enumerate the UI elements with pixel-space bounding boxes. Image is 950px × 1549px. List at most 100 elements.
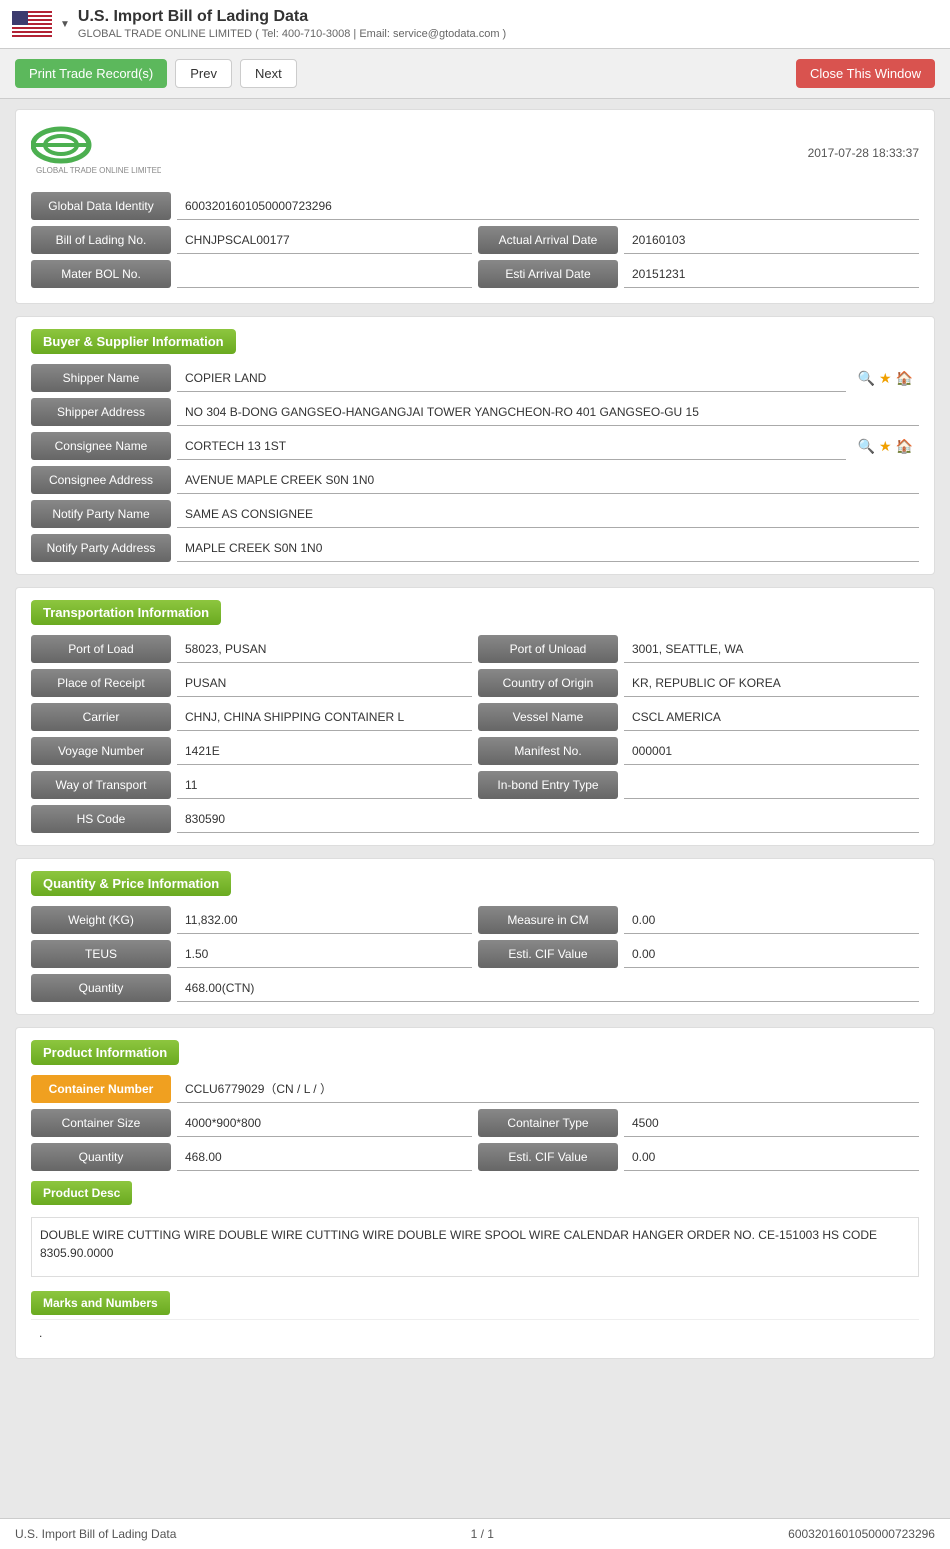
product-quantity-label: Quantity [31,1143,171,1171]
country-of-origin-value: KR, REPUBLIC OF KOREA [624,669,919,697]
buyer-supplier-card: Buyer & Supplier Information Shipper Nam… [15,316,935,575]
consignee-home-icon[interactable]: 🏠 [896,438,913,455]
hs-code-value: 830590 [177,805,919,833]
carrier-row: Carrier CHNJ, CHINA SHIPPING CONTAINER L… [31,703,919,731]
consignee-address-label: Consignee Address [31,466,171,494]
master-bol-label: Mater BOL No. [31,260,171,288]
consignee-name-value: CORTECH 13 1ST [177,432,846,460]
place-of-receipt-row: Place of Receipt PUSAN Country of Origin… [31,669,919,697]
timestamp: 2017-07-28 18:33:37 [808,146,919,160]
in-bond-entry-value [624,771,919,799]
consignee-name-row: Consignee Name CORTECH 13 1ST 🔍 ★ 🏠 [31,432,919,460]
way-of-transport-label: Way of Transport [31,771,171,799]
company-logo: GLOBAL TRADE ONLINE LIMITED [31,125,161,180]
product-esti-cif-label: Esti. CIF Value [478,1143,618,1171]
footer-left: U.S. Import Bill of Lading Data [15,1527,176,1541]
star-icon[interactable]: ★ [879,370,892,387]
weight-value: 11,832.00 [177,906,472,934]
global-data-identity-value: 6003201601050000723296 [177,192,919,220]
master-bol-value [177,260,472,288]
container-size-value: 4000*900*800 [177,1109,472,1137]
esti-arrival-label: Esti Arrival Date [478,260,618,288]
way-of-transport-row: Way of Transport 11 In-bond Entry Type [31,771,919,799]
port-of-unload-value: 3001, SEATTLE, WA [624,635,919,663]
transportation-title: Transportation Information [31,600,221,625]
marks-numbers-button[interactable]: Marks and Numbers [31,1291,170,1315]
port-of-load-label: Port of Load [31,635,171,663]
vessel-name-label: Vessel Name [478,703,618,731]
quantity-price-grid: Weight (KG) 11,832.00 Measure in CM 0.00… [31,906,919,1002]
esti-cif-label: Esti. CIF Value [478,940,618,968]
master-bol-row: Mater BOL No. Esti Arrival Date 20151231 [31,260,919,288]
global-data-identity-label: Global Data Identity [31,192,171,220]
transportation-card: Transportation Information Port of Load … [15,587,935,846]
measure-value: 0.00 [624,906,919,934]
container-number-row: Container Number CCLU6779029（CN / L / ） [31,1075,919,1103]
buyer-supplier-grid: Shipper Name COPIER LAND 🔍 ★ 🏠 Shipper A… [31,364,919,562]
print-button[interactable]: Print Trade Record(s) [15,59,167,88]
vessel-name-value: CSCL AMERICA [624,703,919,731]
product-desc-button[interactable]: Product Desc [31,1181,132,1205]
main-content: GLOBAL TRADE ONLINE LIMITED 2017-07-28 1… [0,99,950,1518]
measure-label: Measure in CM [478,906,618,934]
top-bar: ▼ U.S. Import Bill of Lading Data GLOBAL… [0,0,950,49]
container-number-button[interactable]: Container Number [31,1075,171,1103]
teus-label: TEUS [31,940,171,968]
transportation-grid: Port of Load 58023, PUSAN Port of Unload… [31,635,919,833]
product-quantity-value: 468.00 [177,1143,472,1171]
home-icon[interactable]: 🏠 [896,370,913,387]
consignee-icons: 🔍 ★ 🏠 [852,432,919,460]
quantity-price-title: Quantity & Price Information [31,871,231,896]
container-size-row: Container Size 4000*900*800 Container Ty… [31,1109,919,1137]
voyage-number-label: Voyage Number [31,737,171,765]
shipper-name-value: COPIER LAND [177,364,846,392]
container-size-label: Container Size [31,1109,171,1137]
bill-of-lading-label: Bill of Lading No. [31,226,171,254]
notify-party-address-row: Notify Party Address MAPLE CREEK S0N 1N0 [31,534,919,562]
weight-label: Weight (KG) [31,906,171,934]
notify-party-address-value: MAPLE CREEK S0N 1N0 [177,534,919,562]
product-title: Product Information [31,1040,179,1065]
esti-cif-value: 0.00 [624,940,919,968]
svg-text:GLOBAL TRADE ONLINE LIMITED: GLOBAL TRADE ONLINE LIMITED [36,166,161,175]
search-icon[interactable]: 🔍 [858,370,875,387]
consignee-name-label: Consignee Name [31,432,171,460]
shipper-name-label: Shipper Name [31,364,171,392]
bol-row: Bill of Lading No. CHNJPSCAL00177 Actual… [31,226,919,254]
port-of-load-value: 58023, PUSAN [177,635,472,663]
company-subtitle: GLOBAL TRADE ONLINE LIMITED ( Tel: 400-7… [78,28,506,40]
carrier-label: Carrier [31,703,171,731]
close-button[interactable]: Close This Window [796,59,935,88]
port-of-load-row: Port of Load 58023, PUSAN Port of Unload… [31,635,919,663]
identity-section: Global Data Identity 6003201601050000723… [31,192,919,288]
footer-right: 6003201601050000723296 [788,1527,935,1541]
consignee-search-icon[interactable]: 🔍 [858,438,875,455]
logo-area: GLOBAL TRADE ONLINE LIMITED [31,125,161,180]
shipper-address-value: NO 304 B-DONG GANGSEO-HANGANGJAI TOWER Y… [177,398,919,426]
manifest-no-label: Manifest No. [478,737,618,765]
quantity-price-card: Quantity & Price Information Weight (KG)… [15,858,935,1015]
quantity-row: Quantity 468.00(CTN) [31,974,919,1002]
teus-row: TEUS 1.50 Esti. CIF Value 0.00 [31,940,919,968]
next-button[interactable]: Next [240,59,297,88]
prev-button[interactable]: Prev [175,59,232,88]
hs-code-label: HS Code [31,805,171,833]
shipper-icons: 🔍 ★ 🏠 [852,364,919,392]
hs-code-row: HS Code 830590 [31,805,919,833]
weight-row: Weight (KG) 11,832.00 Measure in CM 0.00 [31,906,919,934]
footer-bar: U.S. Import Bill of Lading Data 1 / 1 60… [0,1518,950,1549]
marks-numbers-section: Marks and Numbers . [31,1291,919,1346]
consignee-star-icon[interactable]: ★ [879,438,892,455]
esti-arrival-value: 20151231 [624,260,919,288]
voyage-number-value: 1421E [177,737,472,765]
consignee-address-row: Consignee Address AVENUE MAPLE CREEK S0N… [31,466,919,494]
product-card: Product Information Container Number CCL… [15,1027,935,1359]
quantity-value: 468.00(CTN) [177,974,919,1002]
container-type-value: 4500 [624,1109,919,1137]
notify-party-address-label: Notify Party Address [31,534,171,562]
flag-dropdown-arrow[interactable]: ▼ [60,19,70,30]
container-number-value: CCLU6779029（CN / L / ） [177,1075,919,1103]
buyer-supplier-title: Buyer & Supplier Information [31,329,236,354]
quantity-label: Quantity [31,974,171,1002]
container-type-label: Container Type [478,1109,618,1137]
